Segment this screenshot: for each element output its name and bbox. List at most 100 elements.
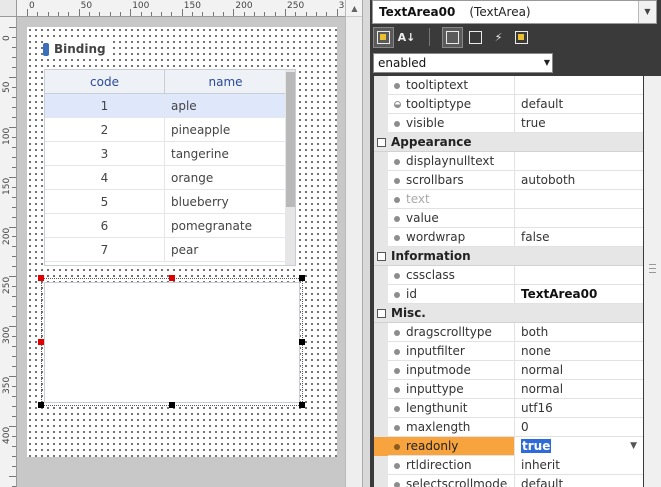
property-value[interactable]: utf16 xyxy=(514,399,643,418)
property-value[interactable] xyxy=(514,152,643,171)
property-row-value[interactable]: value xyxy=(374,209,643,228)
property-row-inputfilter[interactable]: inputfilter none xyxy=(374,342,643,361)
property-row-rtldirection[interactable]: rtldirection inherit xyxy=(374,456,643,475)
property-value[interactable] xyxy=(514,76,643,95)
property-row-readonly[interactable]: readonly true ▼ xyxy=(374,437,643,456)
cell-code[interactable]: 6 xyxy=(45,214,165,238)
resize-handle[interactable] xyxy=(38,275,44,281)
cell-code[interactable]: 1 xyxy=(45,94,165,118)
scroll-up-icon[interactable]: ▲ xyxy=(346,0,363,17)
form-designer[interactable]: 050100150200250300 050100150200250300350… xyxy=(0,0,370,487)
property-value[interactable]: true xyxy=(514,114,643,133)
events-icon[interactable]: ⚡ xyxy=(488,27,509,48)
resize-handle[interactable] xyxy=(38,402,44,408)
cell-code[interactable]: 7 xyxy=(45,238,165,262)
property-row-inputtype[interactable]: inputtype normal xyxy=(374,380,643,399)
cell-name[interactable]: pear xyxy=(171,238,285,262)
grid-scrollbar-thumb[interactable] xyxy=(286,72,295,207)
table-row[interactable]: 3 tangerine xyxy=(45,142,285,166)
resize-handle[interactable] xyxy=(299,275,305,281)
collapse-icon[interactable] xyxy=(377,138,386,147)
property-row-wordwrap[interactable]: wordwrap false xyxy=(374,228,643,247)
property-row-selectscrollmode[interactable]: selectscrollmode default xyxy=(374,475,643,487)
property-row-dragscrolltype[interactable]: dragscrolltype both xyxy=(374,323,643,342)
property-row-displaynulltext[interactable]: displaynulltext xyxy=(374,152,643,171)
property-category[interactable]: Information xyxy=(374,247,643,266)
cell-name[interactable]: pineapple xyxy=(171,118,285,142)
property-row-scrollbars[interactable]: scrollbars autoboth xyxy=(374,171,643,190)
property-value[interactable]: autoboth xyxy=(514,171,643,190)
property-row-tooltiptext[interactable]: tooltiptext xyxy=(374,76,643,95)
chevron-down-icon[interactable]: ▼ xyxy=(638,1,656,23)
cell-name[interactable]: pomegranate xyxy=(171,214,285,238)
property-row-id[interactable]: id TextArea00 xyxy=(374,285,643,304)
property-value[interactable] xyxy=(514,190,643,209)
settings-icon[interactable] xyxy=(511,27,532,48)
table-row[interactable]: 1 aple xyxy=(45,94,285,118)
cell-name[interactable]: blueberry xyxy=(171,190,285,214)
table-row[interactable]: 4 orange xyxy=(45,166,285,190)
resize-handle[interactable] xyxy=(38,339,44,345)
resize-handle[interactable] xyxy=(299,402,305,408)
property-value[interactable]: default xyxy=(514,475,643,487)
resize-handle[interactable] xyxy=(169,402,175,408)
property-value[interactable]: default xyxy=(514,95,643,114)
property-filter-select[interactable]: enabled ▼ xyxy=(373,53,553,73)
property-row-cssclass[interactable]: cssclass xyxy=(374,266,643,285)
property-value[interactable] xyxy=(514,209,643,228)
property-value[interactable]: both xyxy=(514,323,643,342)
data-grid[interactable]: code name 1 aple 2 pineapple 3 tangerine 4 oran… xyxy=(44,69,296,266)
property-row-tooltiptype[interactable]: tooltiptype default xyxy=(374,95,643,114)
property-value[interactable]: true ▼ xyxy=(514,437,643,456)
cell-name[interactable]: aple xyxy=(171,94,285,118)
properties-icon[interactable] xyxy=(442,26,463,48)
property-value[interactable]: none xyxy=(514,342,643,361)
cell-code[interactable]: 5 xyxy=(45,190,165,214)
property-row-lengthunit[interactable]: lengthunit utf16 xyxy=(374,399,643,418)
object-selector[interactable]: TextArea00 (TextArea) ▼ xyxy=(372,0,657,24)
property-value[interactable]: 0 xyxy=(514,418,643,437)
edit-icon[interactable] xyxy=(465,27,486,48)
binding-label[interactable]: Binding xyxy=(43,41,109,57)
category-sort-icon[interactable] xyxy=(373,26,394,48)
textarea-component[interactable] xyxy=(44,282,300,403)
property-row-inputmode[interactable]: inputmode normal xyxy=(374,361,643,380)
designer-scrollbar[interactable]: ▲ xyxy=(345,0,363,487)
collapse-icon[interactable] xyxy=(377,252,386,261)
property-value[interactable]: TextArea00 xyxy=(514,285,643,304)
grid-scrollbar[interactable] xyxy=(285,70,295,265)
resize-handle[interactable] xyxy=(299,339,305,345)
table-row[interactable]: 5 blueberry xyxy=(45,190,285,214)
property-value[interactable]: normal xyxy=(514,380,643,399)
property-value[interactable] xyxy=(514,266,643,285)
property-category[interactable]: Appearance xyxy=(374,133,643,152)
cell-name[interactable]: orange xyxy=(171,166,285,190)
table-row[interactable]: 2 pineapple xyxy=(45,118,285,142)
property-row-maxlength[interactable]: maxlength 0 xyxy=(374,418,643,437)
table-row[interactable] xyxy=(45,262,285,265)
property-value[interactable]: inherit xyxy=(514,456,643,475)
property-scrollbar[interactable] xyxy=(644,76,661,487)
cell-code[interactable]: 3 xyxy=(45,142,165,166)
table-row[interactable]: 7 pear xyxy=(45,238,285,262)
grid-header-name[interactable]: name xyxy=(166,70,285,94)
property-category[interactable]: Misc. xyxy=(374,304,643,323)
property-row-text[interactable]: text xyxy=(374,190,643,209)
property-value[interactable]: normal xyxy=(514,361,643,380)
property-row-visible[interactable]: visible true xyxy=(374,114,643,133)
resize-handle[interactable] xyxy=(169,275,175,281)
alpha-sort-icon[interactable]: A↓ xyxy=(396,27,417,48)
cell-code[interactable]: 2 xyxy=(45,118,165,142)
grid-header-code[interactable]: code xyxy=(45,70,165,94)
cell-code[interactable]: 4 xyxy=(45,166,165,190)
chevron-down-icon[interactable]: ▼ xyxy=(630,437,637,456)
cell-name[interactable]: tangerine xyxy=(171,142,285,166)
properties-panel: TextArea00 (TextArea) ▼ A↓ ⚡ enabled ▼ t… xyxy=(370,0,661,487)
panel-splitter[interactable] xyxy=(362,0,370,487)
chevron-down-icon[interactable]: ▼ xyxy=(544,54,550,72)
table-row[interactable]: 6 pomegranate xyxy=(45,214,285,238)
property-grid[interactable]: tooltiptext tooltiptype default visible true… xyxy=(374,76,643,487)
property-value[interactable]: false xyxy=(514,228,643,247)
collapse-icon[interactable] xyxy=(377,309,386,318)
scrollbar-grip-icon[interactable] xyxy=(649,264,656,273)
